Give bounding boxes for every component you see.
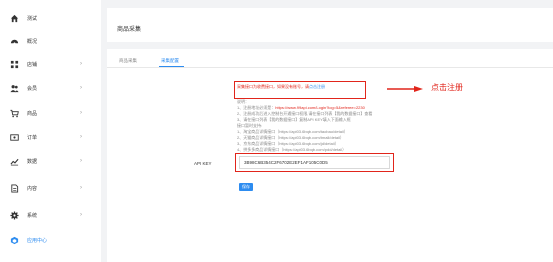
sidebar-item-label: 商品 [27, 110, 38, 117]
sidebar-item-store[interactable]: 店铺 › [0, 55, 101, 73]
sidebar: 测试 概况 店铺 › 会员 › 商品 › 订单 › 数据 › 内容 › 系统 › [0, 0, 101, 262]
sidebar-item-content[interactable]: 内容 › [0, 179, 101, 197]
notice-text: 采集接口为收费接口，如果没有账号，请 [237, 84, 309, 89]
chevron-right-icon: › [80, 85, 82, 91]
chevron-right-icon: › [80, 110, 82, 116]
tab-bar: 商品采集 采集配置 [107, 55, 553, 68]
chevron-right-icon: › [80, 158, 82, 164]
register-url[interactable]: https://www.99api.com/Login?log=5&refere… [275, 105, 365, 110]
app-icon [10, 236, 19, 245]
page-header: 商品采集 [107, 8, 553, 42]
instruction-text: 1、注册地址必须是： [237, 105, 276, 110]
register-callout: 点击注册 [431, 83, 463, 92]
sidebar-item-overview[interactable]: 概况 [0, 32, 101, 50]
users-icon [10, 84, 19, 93]
register-link[interactable]: 点击注册 [309, 84, 325, 89]
cart-icon [10, 109, 19, 118]
content-panel: 商品采集 采集配置 采集接口为收费接口，如果没有账号，请点击注册 点击注册 说明… [107, 49, 553, 262]
api-key-label: API KEY [194, 161, 212, 166]
save-button[interactable]: 保存 [239, 183, 253, 191]
sidebar-item-label: 内容 [27, 185, 38, 192]
chevron-right-icon: › [80, 61, 82, 67]
dashboard-icon [10, 37, 19, 46]
chevron-right-icon: › [80, 185, 82, 191]
sidebar-item-label: 应用中心 [27, 237, 48, 244]
gear-icon [10, 210, 19, 220]
card-icon [10, 133, 19, 142]
sidebar-item-label: 系统 [27, 212, 38, 219]
main-area: 商品采集 商品采集 采集配置 采集接口为收费接口，如果没有账号，请点击注册 点击… [101, 0, 553, 262]
sidebar-item-label: 会员 [27, 85, 38, 92]
paid-api-notice: 采集接口为收费接口，如果没有账号，请点击注册 [237, 84, 325, 90]
sidebar-item-app-center[interactable]: 应用中心 [0, 231, 101, 249]
sidebar-item-members[interactable]: 会员 › [0, 79, 101, 97]
sidebar-item-label: 店铺 [27, 61, 38, 68]
page-title: 商品采集 [117, 27, 142, 33]
sidebar-item-orders[interactable]: 订单 › [0, 128, 101, 146]
sidebar-item-system[interactable]: 系统 › [0, 206, 101, 224]
sidebar-item-test[interactable]: 测试 [0, 9, 101, 27]
chart-icon [10, 157, 19, 166]
sidebar-item-data[interactable]: 数据 › [0, 152, 101, 170]
grid-icon [10, 60, 19, 69]
instructions: 说明： 1、注册地址必须是：https://www.99api.com/Logi… [237, 99, 372, 153]
api-key-input[interactable]: 3B98C6B354C2F6702E2EF1AF105C0D5 [239, 156, 390, 169]
sidebar-item-label: 订单 [27, 134, 38, 141]
sidebar-item-products[interactable]: 商品 › [0, 104, 101, 122]
chevron-right-icon: › [80, 134, 82, 140]
document-icon [10, 183, 19, 193]
tab-collect-config[interactable]: 采集配置 [161, 58, 179, 64]
sidebar-item-label: 测试 [27, 15, 38, 22]
sidebar-item-label: 数据 [27, 158, 38, 165]
tab-product-collect[interactable]: 商品采集 [119, 58, 137, 64]
tab-active-indicator [159, 66, 184, 67]
chevron-right-icon: › [80, 212, 82, 218]
sidebar-item-label: 概况 [27, 38, 38, 45]
home-icon [10, 14, 19, 23]
arrow-icon [387, 86, 423, 92]
